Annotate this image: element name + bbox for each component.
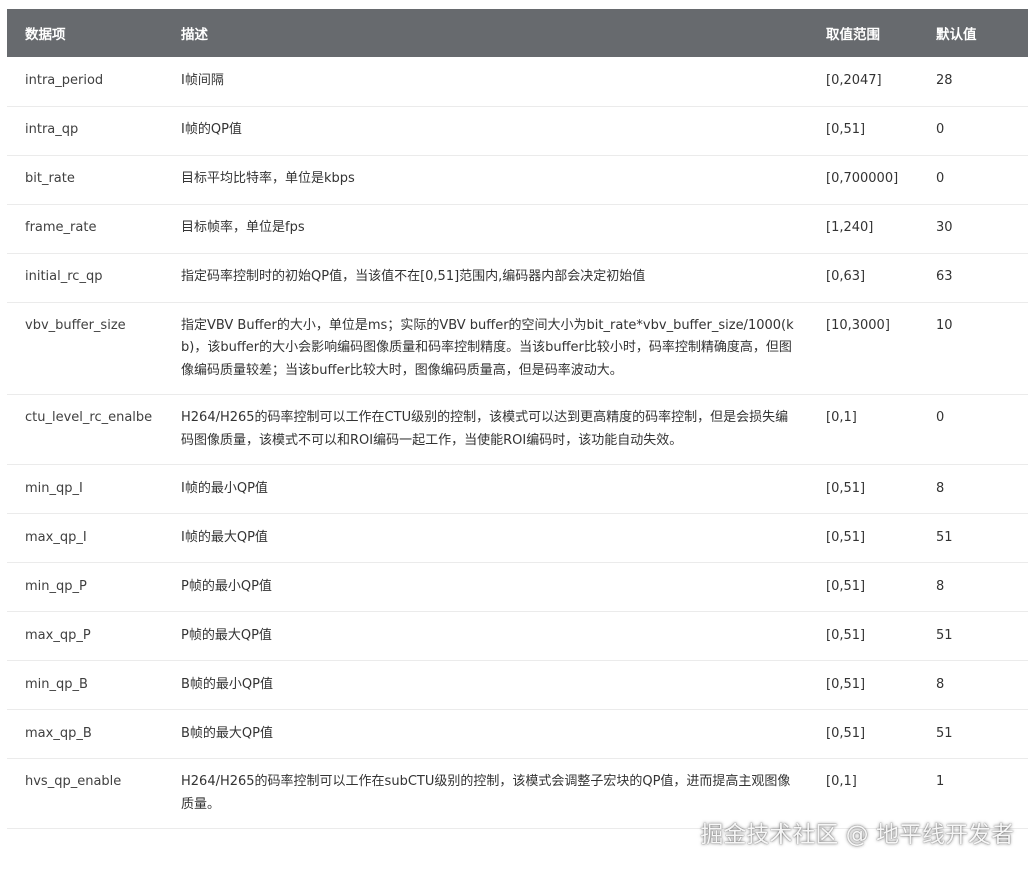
cell-name: initial_rc_qp <box>7 253 163 303</box>
header-cell-desc: 描述 <box>163 9 808 57</box>
table-header: 数据项 描述 取值范围 默认值 <box>7 9 1028 57</box>
cell-desc: P帧的最小QP值 <box>163 562 808 612</box>
header-cell-name: 数据项 <box>7 9 163 57</box>
cell-range: [0,51] <box>808 464 918 514</box>
cell-desc: I帧间隔 <box>163 57 808 107</box>
cell-desc: B帧的最大QP值 <box>163 709 808 759</box>
cell-default: 8 <box>918 660 1028 710</box>
table-row: max_qp_B B帧的最大QP值 [0,51] 51 <box>7 709 1028 759</box>
table-row: bit_rate 目标平均比特率，单位是kbps [0,700000] 0 <box>7 155 1028 205</box>
table-row: vbv_buffer_size 指定VBV Buffer的大小，单位是ms；实际… <box>7 302 1028 395</box>
table-body: intra_period I帧间隔 [0,2047] 28 intra_qp I… <box>7 57 1028 829</box>
cell-default: 8 <box>918 562 1028 612</box>
document-page: 数据项 描述 取值范围 默认值 intra_period I帧间隔 [0,204… <box>7 9 1028 871</box>
cell-name: ctu_level_rc_enalbe <box>7 394 163 465</box>
cell-range: [0,51] <box>808 562 918 612</box>
cell-desc: I帧的最小QP值 <box>163 464 808 514</box>
cell-name: hvs_qp_enable <box>7 758 163 829</box>
cell-name: bit_rate <box>7 155 163 205</box>
cell-range: [0,51] <box>808 513 918 563</box>
cell-default: 0 <box>918 394 1028 465</box>
table-row: frame_rate 目标帧率，单位是fps [1,240] 30 <box>7 204 1028 254</box>
cell-desc: 目标平均比特率，单位是kbps <box>163 155 808 205</box>
cell-range: [0,1] <box>808 394 918 465</box>
table-row: max_qp_P P帧的最大QP值 [0,51] 51 <box>7 611 1028 661</box>
cell-default: 10 <box>918 302 1028 395</box>
cell-default: 0 <box>918 106 1028 156</box>
site-watermark: 掘金技术社区 @ 地平线开发者 <box>700 822 1014 848</box>
cell-name: max_qp_B <box>7 709 163 759</box>
cell-range: [10,3000] <box>808 302 918 395</box>
cell-default: 0 <box>918 155 1028 205</box>
cell-default: 30 <box>918 204 1028 254</box>
table-row: ctu_level_rc_enalbe H264/H265的码率控制可以工作在C… <box>7 394 1028 465</box>
cell-range: [0,51] <box>808 660 918 710</box>
table-row: intra_period I帧间隔 [0,2047] 28 <box>7 57 1028 107</box>
cell-range: [0,2047] <box>808 57 918 107</box>
cell-default: 51 <box>918 709 1028 759</box>
cell-default: 51 <box>918 513 1028 563</box>
header-cell-default: 默认值 <box>918 9 1028 57</box>
cell-name: min_qp_I <box>7 464 163 514</box>
cell-desc: B帧的最小QP值 <box>163 660 808 710</box>
table-row: initial_rc_qp 指定码率控制时的初始QP值，当该值不在[0,51]范… <box>7 253 1028 303</box>
cell-default: 63 <box>918 253 1028 303</box>
cell-default: 28 <box>918 57 1028 107</box>
cell-name: intra_period <box>7 57 163 107</box>
cell-desc: H264/H265的码率控制可以工作在CTU级别的控制，该模式可以达到更高精度的… <box>163 394 808 465</box>
cell-name: frame_rate <box>7 204 163 254</box>
table-row: min_qp_B B帧的最小QP值 [0,51] 8 <box>7 660 1028 710</box>
header-row: 数据项 描述 取值范围 默认值 <box>7 9 1028 57</box>
cell-range: [0,63] <box>808 253 918 303</box>
cell-desc: I帧的QP值 <box>163 106 808 156</box>
cell-name: intra_qp <box>7 106 163 156</box>
cell-name: min_qp_B <box>7 660 163 710</box>
cell-default: 8 <box>918 464 1028 514</box>
cell-desc: I帧的最大QP值 <box>163 513 808 563</box>
cell-desc: 目标帧率，单位是fps <box>163 204 808 254</box>
cell-desc: 指定码率控制时的初始QP值，当该值不在[0,51]范围内,编码器内部会决定初始值 <box>163 253 808 303</box>
cell-name: min_qp_P <box>7 562 163 612</box>
table-row: min_qp_I I帧的最小QP值 [0,51] 8 <box>7 464 1028 514</box>
cell-name: max_qp_I <box>7 513 163 563</box>
cell-range: [0,51] <box>808 611 918 661</box>
table-row: min_qp_P P帧的最小QP值 [0,51] 8 <box>7 562 1028 612</box>
cell-desc: P帧的最大QP值 <box>163 611 808 661</box>
cell-range: [0,700000] <box>808 155 918 205</box>
table-row: intra_qp I帧的QP值 [0,51] 0 <box>7 106 1028 156</box>
header-cell-range: 取值范围 <box>808 9 918 57</box>
cell-name: vbv_buffer_size <box>7 302 163 395</box>
cell-name: max_qp_P <box>7 611 163 661</box>
parameter-table: 数据项 描述 取值范围 默认值 intra_period I帧间隔 [0,204… <box>7 9 1028 829</box>
cell-default: 51 <box>918 611 1028 661</box>
cell-range: [1,240] <box>808 204 918 254</box>
cell-range: [0,51] <box>808 709 918 759</box>
table-row: max_qp_I I帧的最大QP值 [0,51] 51 <box>7 513 1028 563</box>
cell-desc: 指定VBV Buffer的大小，单位是ms；实际的VBV buffer的空间大小… <box>163 302 808 395</box>
cell-range: [0,51] <box>808 106 918 156</box>
